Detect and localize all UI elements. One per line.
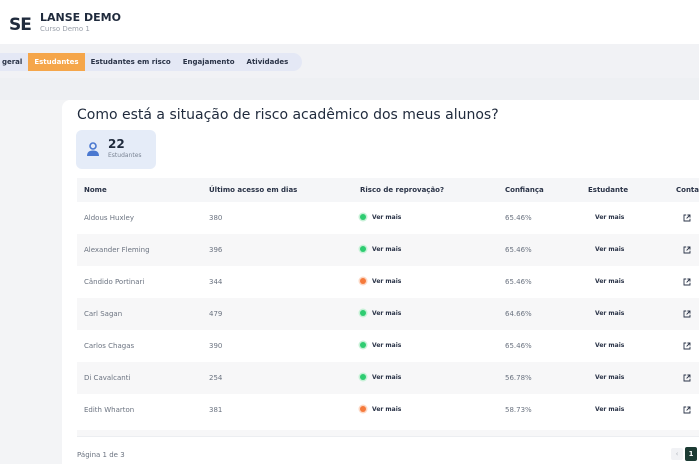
- last-access-days: 344: [209, 278, 223, 286]
- previous-page-button[interactable]: ‹: [671, 448, 683, 460]
- tab-students-at-risk[interactable]: Estudantes em risco: [85, 53, 177, 71]
- tab-activities[interactable]: Atividades: [241, 53, 295, 71]
- column-name[interactable]: Nome: [84, 178, 107, 202]
- last-access-days: 254: [209, 374, 223, 382]
- confidence-value: 65.46%: [505, 214, 532, 222]
- external-link-icon[interactable]: [683, 310, 691, 318]
- table-row[interactable]: Edith Wharton 381 Ver mais 58.73% Ver mais: [77, 394, 699, 426]
- page-1-button[interactable]: 1: [685, 447, 697, 461]
- student-name: Edith Wharton: [84, 406, 135, 414]
- table-row[interactable]: Cândido Portinari 344 Ver mais 65.46% Ver ma…: [77, 266, 699, 298]
- student-more-link[interactable]: Ver mais: [595, 394, 624, 426]
- risk-status-dot-icon: [360, 405, 366, 412]
- column-risk[interactable]: Risco de reprovação?: [360, 178, 444, 202]
- student-more-link[interactable]: Ver mais: [595, 362, 624, 394]
- student-name: Alexander Fleming: [84, 246, 150, 254]
- confidence-value: 58.73%: [505, 406, 532, 414]
- last-access-days: 396: [209, 246, 223, 254]
- confidence-value: 64.66%: [505, 310, 532, 318]
- students-stat-card: 22 Estudantes: [76, 130, 156, 169]
- app-header: SE LANSE DEMO Curso Demo 1: [0, 0, 699, 44]
- external-link-icon[interactable]: [683, 278, 691, 286]
- risk-cell[interactable]: Ver mais: [360, 202, 401, 234]
- student-more-link[interactable]: Ver mais: [595, 298, 624, 330]
- risk-more-link[interactable]: Ver mais: [372, 310, 401, 317]
- students-count: 22: [108, 137, 125, 151]
- last-access-days: 479: [209, 310, 223, 318]
- risk-cell[interactable]: Ver mais: [360, 362, 401, 394]
- external-link-icon[interactable]: [683, 374, 691, 382]
- risk-cell[interactable]: Ver mais: [360, 330, 401, 362]
- risk-more-link[interactable]: Ver mais: [372, 246, 401, 253]
- risk-status-dot-icon: [360, 277, 366, 284]
- app-title: LANSE DEMO: [40, 11, 121, 24]
- risk-status-dot-icon: [360, 245, 366, 252]
- side-panel: [0, 100, 62, 464]
- student-name: Aldous Huxley: [84, 214, 135, 222]
- risk-more-link[interactable]: Ver mais: [372, 278, 401, 285]
- student-name: Cândido Portinari: [84, 278, 145, 286]
- risk-status-dot-icon: [360, 309, 366, 316]
- confidence-value: 65.46%: [505, 278, 532, 286]
- external-link-icon[interactable]: [683, 214, 691, 222]
- external-link-icon[interactable]: [683, 246, 691, 254]
- confidence-value: 65.46%: [505, 342, 532, 350]
- app-subtitle: Curso Demo 1: [40, 25, 90, 33]
- risk-status-dot-icon: [360, 213, 366, 220]
- confidence-value: 65.46%: [505, 246, 532, 254]
- person-icon: [87, 142, 99, 156]
- student-name: Di Cavalcanti: [84, 374, 131, 382]
- last-access-days: 390: [209, 342, 223, 350]
- column-last-access[interactable]: Último acesso em dias: [209, 178, 297, 202]
- student-name: Carlos Chagas: [84, 342, 135, 350]
- content-band: [0, 78, 699, 100]
- last-access-days: 380: [209, 214, 223, 222]
- pagination-label: Página 1 de 3: [77, 451, 125, 459]
- tab-students[interactable]: Estudantes: [28, 53, 85, 71]
- table-header: Nome Último acesso em dias Risco de repr…: [77, 178, 699, 202]
- risk-more-link[interactable]: Ver mais: [372, 374, 401, 381]
- table-row[interactable]: Di Cavalcanti 254 Ver mais 56.78% Ver mais: [77, 362, 699, 394]
- page-title: Como está a situação de risco acadêmico …: [77, 107, 499, 123]
- last-access-days: 381: [209, 406, 223, 414]
- table-row[interactable]: Carl Sagan 479 Ver mais 64.66% Ver mais: [77, 298, 699, 330]
- risk-more-link[interactable]: Ver mais: [372, 406, 401, 413]
- risk-status-dot-icon: [360, 373, 366, 380]
- app-logo[interactable]: SE: [9, 15, 32, 35]
- tab-overview[interactable]: ão geral: [0, 53, 28, 71]
- tab-bar: ão geral Estudantes Estudantes em risco …: [0, 53, 302, 71]
- risk-cell[interactable]: Ver mais: [360, 298, 401, 330]
- column-student[interactable]: Estudante: [588, 178, 628, 202]
- column-confidence[interactable]: Confiança: [505, 178, 544, 202]
- risk-cell[interactable]: Ver mais: [360, 234, 401, 266]
- external-link-icon[interactable]: [683, 406, 691, 414]
- column-contact[interactable]: Contat: [676, 178, 699, 202]
- tab-engagement[interactable]: Engajamento: [177, 53, 241, 71]
- student-more-link[interactable]: Ver mais: [595, 202, 624, 234]
- students-count-label: Estudantes: [108, 152, 142, 159]
- table-row[interactable]: Aldous Huxley 380 Ver mais 65.46% Ver mais: [77, 202, 699, 234]
- confidence-value: 56.78%: [505, 374, 532, 382]
- external-link-icon[interactable]: [683, 342, 691, 350]
- risk-more-link[interactable]: Ver mais: [372, 342, 401, 349]
- risk-more-link[interactable]: Ver mais: [372, 214, 401, 221]
- student-more-link[interactable]: Ver mais: [595, 234, 624, 266]
- student-more-link[interactable]: Ver mais: [595, 266, 624, 298]
- student-name: Carl Sagan: [84, 310, 123, 318]
- risk-status-dot-icon: [360, 341, 366, 348]
- student-more-link[interactable]: Ver mais: [595, 330, 624, 362]
- risk-cell[interactable]: Ver mais: [360, 394, 401, 426]
- table-divider: [77, 436, 699, 437]
- table-row[interactable]: Carlos Chagas 390 Ver mais 65.46% Ver mais: [77, 330, 699, 362]
- table-row[interactable]: Alexander Fleming 396 Ver mais 65.46% Ver ma…: [77, 234, 699, 266]
- risk-cell[interactable]: Ver mais: [360, 266, 401, 298]
